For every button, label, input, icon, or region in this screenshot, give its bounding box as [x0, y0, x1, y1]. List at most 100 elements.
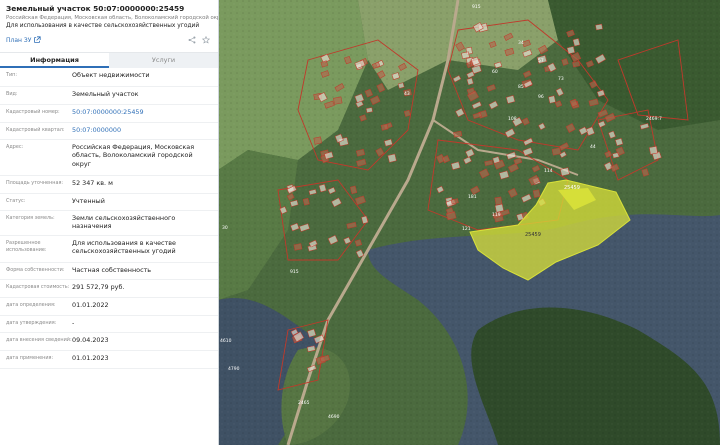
row-value: 01.01.2022 [72, 301, 109, 309]
row-value: 09.04.2023 [72, 336, 109, 344]
row-status: Статус: Учтенный [0, 194, 218, 211]
star-icon[interactable] [202, 36, 210, 44]
house-parcel [293, 243, 303, 251]
row-value: Частная собственность [72, 266, 152, 274]
parcel-number: 4690 [328, 414, 340, 420]
cadastral-map[interactable]: 25459 25459 2469:7 915 30 4790 4690 4610… [218, 0, 720, 445]
parcel-number: 108 [508, 116, 517, 122]
parcel-number: 96 [538, 94, 544, 100]
parcel-number: 60 [492, 69, 498, 75]
row-ownership: Форма собственности: Частная собственнос… [0, 263, 218, 280]
house-parcel [380, 123, 389, 131]
row-value: Учтенный [72, 197, 105, 205]
parcel-number: 121 [462, 226, 471, 232]
plan-link[interactable]: План ЗУ [6, 36, 41, 44]
row-value: Объект недвижимости [72, 71, 150, 79]
parcel-number: 2469:7 [646, 116, 662, 122]
row-label: Кадастровая стоимость: [6, 284, 70, 290]
parcel-number: 44 [590, 144, 596, 150]
row-value: Для использования в качестве сельскохозя… [72, 239, 176, 256]
row-value: - [72, 319, 75, 327]
row-label: Тип: [6, 72, 18, 78]
row-date-applied: дата применения: 01.01.2023 [0, 351, 218, 369]
row-label: Разрешенное использование: [6, 240, 47, 253]
parcel-number: 915 [472, 4, 481, 10]
parcel-number: 2465 [298, 400, 310, 406]
house-parcel [365, 107, 373, 114]
row-value: 52 347 кв. м [72, 179, 113, 187]
house-parcel [551, 147, 562, 156]
row-label: Вид: [6, 91, 18, 97]
row-date-determined: дата определения: 01.01.2022 [0, 298, 218, 316]
row-permitted-use: Разрешенное использование: Для использов… [0, 236, 218, 263]
row-kind: Вид: Земельный участок [0, 87, 218, 105]
row-cadastral-value: Кадастровая стоимость: 291 572,79 руб. [0, 280, 218, 298]
info-panel: Земельный участок 50:07:0000000:25459 Ро… [0, 0, 219, 445]
parcel-number: 4610 [220, 338, 232, 344]
row-label: дата внесения сведений: [6, 337, 72, 343]
house-parcel [649, 145, 658, 155]
house-parcel [403, 109, 411, 117]
house-parcel [302, 197, 310, 206]
house-parcel [595, 23, 603, 31]
parcel-number: 34 [518, 40, 524, 46]
tab-services[interactable]: Услуги [109, 53, 218, 68]
share-icon[interactable] [188, 36, 196, 44]
row-cadastral-quarter: Кадастровый квартал: 50:07:0000000 [0, 123, 218, 140]
house-parcel [532, 189, 541, 198]
row-label: Площадь уточненная: [6, 180, 64, 186]
row-label: дата утверждения: [6, 320, 57, 326]
row-date-entered: дата внесения сведений: 09.04.2023 [0, 333, 218, 351]
row-label: Категория земель: [6, 215, 55, 221]
row-value: Земли сельскохозяйственного назначения [72, 214, 176, 231]
house-parcel [548, 95, 556, 104]
row-label: дата определения: [6, 302, 56, 308]
parcel-number: 114 [544, 168, 553, 174]
parcel-number: 4790 [228, 366, 240, 372]
cadastral-number-link[interactable]: 50:07:0000000:25459 [72, 105, 212, 122]
parcel-number: 73 [558, 76, 564, 82]
plan-link-label: План ЗУ [6, 36, 32, 44]
house-parcel [461, 51, 470, 59]
panel-header: Земельный участок 50:07:0000000:25459 Ро… [0, 0, 218, 48]
row-cadastral-number: Кадастровый номер: 50:07:0000000:25459 [0, 105, 218, 123]
selected-parcel-label: 25459 [525, 232, 541, 238]
header-use: Для использования в качестве сельскохозя… [6, 23, 200, 29]
house-parcel [494, 203, 504, 213]
parcel-number: 181 [468, 194, 477, 200]
page-title: Земельный участок 50:07:0000000:25459 [6, 4, 185, 13]
parcel-number: 85 [518, 84, 524, 90]
row-value: Российская Федерация, Московская область… [72, 143, 195, 168]
house-parcel [387, 153, 397, 163]
parcel-number: 43 [404, 91, 410, 97]
row-area: Площадь уточненная: 52 347 кв. м [0, 176, 218, 194]
row-label: дата применения: [6, 355, 54, 361]
house-parcel [333, 96, 343, 105]
row-label: Кадастровый квартал: [6, 127, 65, 133]
cadastral-quarter-link[interactable]: 50:07:0000000 [72, 123, 212, 139]
row-label: Адрес: [6, 144, 24, 150]
tab-information[interactable]: Информация [0, 53, 109, 68]
parcel-number: 915 [290, 269, 299, 275]
header-address: Российская Федерация, Московская область… [6, 15, 219, 21]
row-address: Адрес: Российская Федерация, Московская … [0, 140, 218, 176]
row-label: Кадастровый номер: [6, 109, 60, 115]
house-parcel [559, 167, 570, 177]
row-type: Тип: Объект недвижимости [0, 68, 218, 87]
house-parcel [566, 46, 576, 55]
row-value: Земельный участок [72, 90, 139, 98]
house-parcel [572, 38, 581, 47]
parcel-number: 57 [538, 58, 544, 64]
tab-bar: Информация Услуги [0, 52, 218, 68]
selected-parcel-tag: 25459 [564, 185, 580, 191]
row-label: Статус: [6, 198, 26, 204]
parcel-number: 119 [492, 212, 501, 218]
row-date-approved: дата утверждения: - [0, 316, 218, 333]
parcel-number: 30 [222, 225, 228, 231]
row-value: 291 572,79 руб. [72, 283, 125, 291]
house-parcel [494, 196, 503, 206]
house-parcel [313, 136, 322, 145]
external-link-icon [33, 36, 41, 44]
row-land-category: Категория земель: Земли сельскохозяйстве… [0, 211, 218, 236]
row-value: 01.01.2023 [72, 354, 109, 362]
